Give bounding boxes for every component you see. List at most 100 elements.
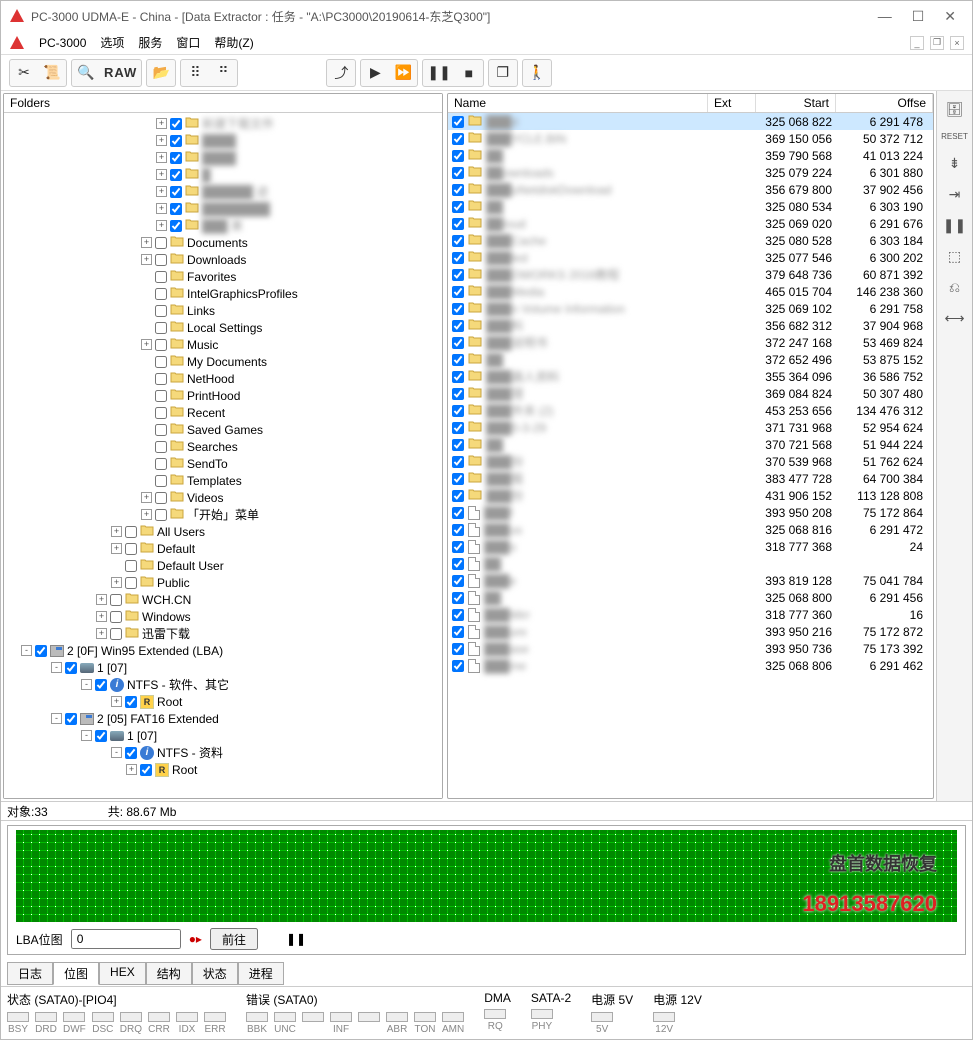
list-row[interactable]: ███理369 084 82450 307 480 xyxy=(448,385,933,402)
row-checkbox[interactable] xyxy=(452,235,464,247)
list-row[interactable]: ███me325 068 8066 291 462 xyxy=(448,657,933,674)
row-checkbox[interactable] xyxy=(452,405,464,417)
expander-icon[interactable]: + xyxy=(141,254,152,265)
mdi-restore[interactable]: ❐ xyxy=(930,36,944,50)
copy-icon[interactable]: ❐ xyxy=(493,64,513,81)
row-checkbox[interactable] xyxy=(452,116,464,128)
tree-item[interactable]: -1 [07] xyxy=(6,727,440,744)
expander-icon[interactable]: + xyxy=(141,509,152,520)
tree-checkbox[interactable] xyxy=(125,526,137,538)
side-reset-icon[interactable]: RESET xyxy=(941,132,968,141)
goto-button[interactable]: 前往 xyxy=(210,928,258,950)
row-checkbox[interactable] xyxy=(452,337,464,349)
tree-item[interactable]: -2 [05] FAT16 Extended xyxy=(6,710,440,727)
map2-icon[interactable]: ⠛ xyxy=(213,64,233,81)
tab-位图[interactable]: 位图 xyxy=(53,962,99,985)
list-row[interactable]: ███器人资料355 364 09636 586 752 xyxy=(448,368,933,385)
expander-icon[interactable]: + xyxy=(111,696,122,707)
row-checkbox[interactable] xyxy=(452,609,464,621)
lba-input[interactable] xyxy=(71,929,181,949)
row-checkbox[interactable] xyxy=(452,150,464,162)
tab-状态[interactable]: 状态 xyxy=(192,962,238,985)
tree-item[interactable]: +Music xyxy=(6,336,440,353)
minimize-button[interactable]: — xyxy=(878,8,892,25)
row-checkbox[interactable] xyxy=(452,456,464,468)
tree-checkbox[interactable] xyxy=(35,645,47,657)
row-checkbox[interactable] xyxy=(452,575,464,587)
tools-icon[interactable]: ✂ xyxy=(14,64,34,81)
tree-item[interactable]: +「开始」菜单 xyxy=(6,506,440,523)
tree-item[interactable]: +Default xyxy=(6,540,440,557)
row-checkbox[interactable] xyxy=(452,439,464,451)
tree-checkbox[interactable] xyxy=(155,509,167,521)
expander-icon[interactable]: + xyxy=(96,628,107,639)
tree-item[interactable]: +RRoot xyxy=(6,693,440,710)
list-row[interactable]: ██372 652 49653 875 152 xyxy=(448,351,933,368)
tree-item[interactable]: +WCH.CN xyxy=(6,591,440,608)
tree-item[interactable]: Favorites xyxy=(6,268,440,285)
row-checkbox[interactable] xyxy=(452,592,464,604)
tree-item[interactable]: +████████ xyxy=(6,200,440,217)
row-checkbox[interactable] xyxy=(452,643,464,655)
list-row[interactable]: ███ure393 950 21675 172 872 xyxy=(448,623,933,640)
expander-icon[interactable]: + xyxy=(96,611,107,622)
expander-icon[interactable]: + xyxy=(156,203,167,214)
tree-item[interactable]: +All Users xyxy=(6,523,440,540)
tree-checkbox[interactable] xyxy=(155,356,167,368)
list-row[interactable]: ███件夹 (2)453 253 656134 476 312 xyxy=(448,402,933,419)
list-row[interactable]: ███载383 477 72864 700 384 xyxy=(448,470,933,487)
expander-icon[interactable]: + xyxy=(141,237,152,248)
list-row[interactable]: ███Cache325 080 5286 303 184 xyxy=(448,232,933,249)
mdi-minimize[interactable]: _ xyxy=(910,36,924,50)
row-checkbox[interactable] xyxy=(452,422,464,434)
tree-item[interactable]: +Documents xyxy=(6,234,440,251)
expander-icon[interactable]: + xyxy=(111,577,122,588)
row-checkbox[interactable] xyxy=(452,133,464,145)
tree-checkbox[interactable] xyxy=(95,679,107,691)
row-checkbox[interactable] xyxy=(452,303,464,315)
row-checkbox[interactable] xyxy=(452,558,464,570)
expander-icon[interactable]: + xyxy=(141,339,152,350)
row-checkbox[interactable] xyxy=(452,490,464,502)
menu-help[interactable]: 帮助(Z) xyxy=(214,34,253,51)
col-name[interactable]: Name xyxy=(448,94,708,112)
expander-icon[interactable]: - xyxy=(21,645,32,656)
row-checkbox[interactable] xyxy=(452,354,464,366)
tree-item[interactable]: +新建下载文件 xyxy=(6,115,440,132)
list-row[interactable]: ███d325 068 8226 291 478 xyxy=(448,113,933,130)
menu-options[interactable]: 选项 xyxy=(100,34,124,51)
open-icon[interactable]: 📂 xyxy=(151,64,171,81)
list-row[interactable]: ███o318 777 36824 xyxy=(448,538,933,555)
row-checkbox[interactable] xyxy=(452,473,464,485)
list-row[interactable]: ███n Volume Information325 069 1026 291 … xyxy=(448,300,933,317)
mdi-close[interactable]: × xyxy=(950,36,964,50)
play-icon[interactable]: ▶ xyxy=(365,64,385,81)
side-tool3-icon[interactable]: ⬚ xyxy=(948,248,961,265)
row-checkbox[interactable] xyxy=(452,388,464,400)
tree-checkbox[interactable] xyxy=(155,339,167,351)
list-row[interactable]: ██ownloads325 079 2246 301 880 xyxy=(448,164,933,181)
expander-icon[interactable]: - xyxy=(51,713,62,724)
tree-item[interactable]: -1 [07] xyxy=(6,659,440,676)
tree-checkbox[interactable] xyxy=(170,203,182,215)
maximize-button[interactable]: ☐ xyxy=(912,8,925,25)
record-icon[interactable]: ●▸ xyxy=(189,932,202,946)
tree-item[interactable]: PrintHood xyxy=(6,387,440,404)
play-alt-icon[interactable]: ⏩ xyxy=(393,64,413,81)
expander-icon[interactable]: + xyxy=(156,186,167,197)
menu-window[interactable]: 窗口 xyxy=(176,34,200,51)
tree-item[interactable]: +████ xyxy=(6,149,440,166)
tree-item[interactable]: +Videos xyxy=(6,489,440,506)
list-row[interactable]: ███DWORKS 2016教程379 648 73660 871 392 xyxy=(448,266,933,283)
menu-app[interactable]: PC-3000 xyxy=(39,36,86,50)
expander-icon[interactable]: + xyxy=(156,152,167,163)
tree-checkbox[interactable] xyxy=(125,747,137,759)
tree-checkbox[interactable] xyxy=(170,169,182,181)
binoculars-icon[interactable]: 🔍 xyxy=(76,64,96,81)
col-offset[interactable]: Offse xyxy=(836,94,933,112)
list-row[interactable]: ███led325 077 5466 300 202 xyxy=(448,249,933,266)
tree-checkbox[interactable] xyxy=(155,373,167,385)
list-row[interactable]: ██370 721 56851 944 224 xyxy=(448,436,933,453)
tree-checkbox[interactable] xyxy=(170,220,182,232)
tree-checkbox[interactable] xyxy=(95,730,107,742)
